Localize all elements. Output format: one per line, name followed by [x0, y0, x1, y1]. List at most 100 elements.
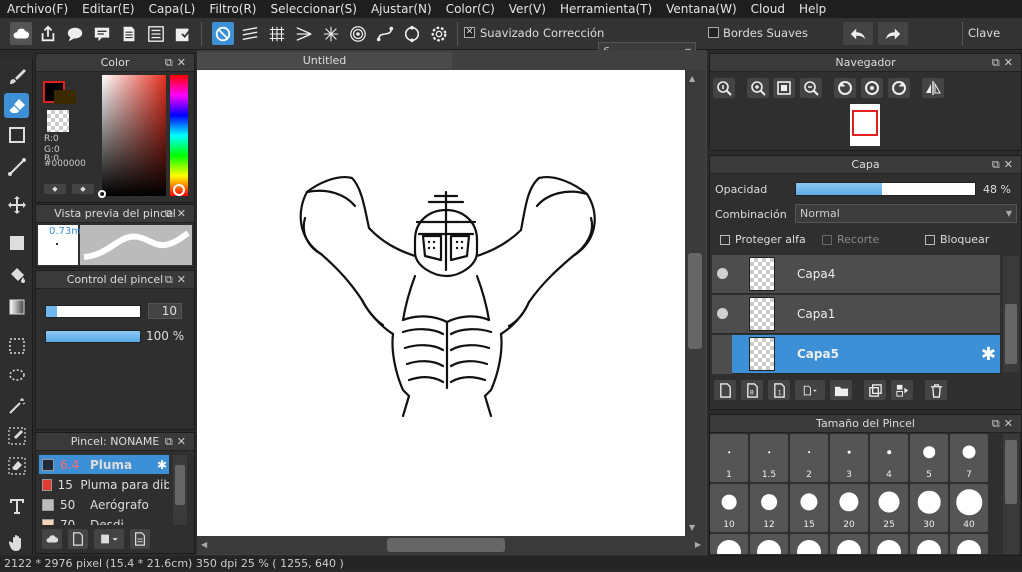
visibility-eye-icon[interactable]: [717, 268, 728, 279]
brush-size-cell[interactable]: 2: [790, 434, 828, 482]
brush-size-cell[interactable]: 1.5: [750, 434, 788, 482]
zoom-actual-icon[interactable]: [713, 78, 735, 98]
transparent-color-swatch[interactable]: [47, 110, 69, 132]
hand-tool-icon[interactable]: [4, 530, 29, 555]
drawing-canvas[interactable]: [197, 70, 685, 536]
brush-settings-doc-icon[interactable]: [130, 529, 150, 549]
rotate-right-icon[interactable]: [888, 78, 910, 98]
panel-controls-icon[interactable]: ⧉✕: [165, 56, 190, 70]
brush-size-slider[interactable]: [45, 305, 141, 318]
document-icon[interactable]: [118, 22, 140, 45]
brush-size-value[interactable]: 10: [148, 303, 182, 319]
grid-snap-icon[interactable]: [266, 22, 288, 45]
menu-item-8[interactable]: Herramienta(T): [553, 0, 659, 18]
scroll-left-icon[interactable]: ◀: [201, 540, 207, 549]
concentric-snap-icon[interactable]: [347, 22, 369, 45]
redo-icon[interactable]: [878, 22, 908, 45]
chat-icon[interactable]: [64, 22, 86, 45]
brush-size-cell[interactable]: [710, 534, 748, 554]
brush-list-item[interactable]: 70 Desdi: [39, 515, 169, 525]
share-icon[interactable]: [37, 22, 59, 45]
palette-next-button[interactable]: ◆: [72, 184, 94, 194]
horizontal-scroll-thumb[interactable]: [387, 538, 505, 552]
gradient-tool-icon[interactable]: [4, 294, 29, 319]
lasso-tool-icon[interactable]: [4, 363, 29, 388]
antialias-checkbox[interactable]: ✕: [464, 27, 475, 38]
layer-row[interactable]: Capa1: [712, 295, 1000, 334]
menu-item-1[interactable]: Editar(E): [75, 0, 141, 18]
navigator-thumbnail[interactable]: [850, 104, 880, 146]
brush-size-cell[interactable]: 3: [830, 434, 868, 482]
brush-size-cell[interactable]: 5: [910, 434, 948, 482]
visibility-eye-icon[interactable]: [717, 308, 728, 319]
select-pen-icon[interactable]: [4, 423, 29, 448]
bucket-tool-icon[interactable]: [4, 262, 29, 287]
brush-size-cell[interactable]: 1: [710, 434, 748, 482]
background-color-swatch[interactable]: [54, 90, 76, 104]
select-tool-icon[interactable]: [4, 333, 29, 358]
lock-checkbox[interactable]: [925, 235, 935, 245]
protect-alpha-checkbox[interactable]: [720, 235, 730, 245]
brush-size-cell[interactable]: 7: [950, 434, 988, 482]
brush-size-cell[interactable]: 30: [910, 484, 948, 532]
zoom-out-icon[interactable]: [800, 78, 822, 98]
curve-snap-icon[interactable]: [374, 22, 396, 45]
canvas-vertical-scrollbar[interactable]: ▲ ▼: [685, 70, 705, 536]
palette-prev-button[interactable]: ◆: [44, 184, 66, 194]
hue-slider-handle[interactable]: [173, 184, 185, 196]
menu-item-11[interactable]: Help: [792, 0, 833, 18]
menu-item-4[interactable]: Seleccionar(S): [264, 0, 364, 18]
brush-list-item[interactable]: 15 Pluma para dib: [39, 475, 169, 494]
brush-size-cell[interactable]: [870, 534, 908, 554]
layer-opacity-slider[interactable]: [795, 182, 976, 196]
rectangle-select-icon[interactable]: [4, 122, 29, 147]
saturation-value-picker[interactable]: [102, 75, 166, 196]
fit-screen-icon[interactable]: [773, 78, 795, 98]
checklist-icon[interactable]: [172, 22, 194, 45]
scroll-down-icon[interactable]: ▼: [689, 523, 695, 532]
blend-mode-dropdown[interactable]: Normal ▼: [795, 204, 1017, 223]
select-eraser-icon[interactable]: [4, 453, 29, 478]
cloud-icon[interactable]: [10, 22, 32, 45]
brush-size-cell[interactable]: 4: [870, 434, 908, 482]
flip-horizontal-icon[interactable]: [922, 78, 944, 98]
snap-settings-icon[interactable]: [428, 22, 450, 45]
menu-item-9[interactable]: Ventana(W): [659, 0, 744, 18]
merge-layer-icon[interactable]: [891, 380, 913, 400]
scroll-up-icon[interactable]: ▲: [689, 74, 695, 83]
brush-list-scrollbar[interactable]: [173, 455, 187, 525]
brush-size-cell[interactable]: [750, 534, 788, 554]
color-picker-cursor[interactable]: [98, 190, 106, 198]
gear-icon[interactable]: ✱: [157, 458, 167, 472]
brush-size-cell[interactable]: [790, 534, 828, 554]
list-icon[interactable]: [145, 22, 167, 45]
parallel-snap-icon[interactable]: [239, 22, 261, 45]
menu-item-5[interactable]: Ajustar(N): [364, 0, 439, 18]
circle-snap-icon[interactable]: [401, 22, 423, 45]
no-snap-icon[interactable]: [212, 22, 234, 45]
brush-cloud-icon[interactable]: [42, 529, 62, 549]
vertical-scroll-thumb[interactable]: [688, 253, 702, 349]
layer-row[interactable]: Capa5 ✱: [732, 335, 1000, 374]
brush-list-item[interactable]: 6.4 Pluma ✱: [39, 455, 169, 474]
scroll-right-icon[interactable]: ▶: [695, 540, 701, 549]
undo-icon[interactable]: [843, 22, 873, 45]
canvas-horizontal-scrollbar[interactable]: ◀ ▶: [197, 536, 705, 554]
add-layer-menu-icon[interactable]: [795, 380, 825, 400]
line-tool-icon[interactable]: [4, 154, 29, 179]
hue-slider[interactable]: [170, 75, 188, 196]
panel-controls-icon[interactable]: ⧉✕: [992, 417, 1017, 431]
duplicate-layer-icon[interactable]: [864, 380, 886, 400]
new-layer-icon[interactable]: [714, 380, 736, 400]
brush-size-cell[interactable]: 40: [950, 484, 988, 532]
brush-size-cell[interactable]: 15: [790, 484, 828, 532]
menu-item-3[interactable]: Filtro(R): [202, 0, 263, 18]
new-brush-icon[interactable]: [68, 529, 88, 549]
comment-icon[interactable]: [91, 22, 113, 45]
brush-list-item[interactable]: 50 Aerógrafo: [39, 495, 169, 514]
layer-row[interactable]: Capa4: [712, 255, 1000, 294]
layer-list-scrollbar[interactable]: [1003, 256, 1019, 372]
canvas-tab[interactable]: Untitled: [197, 52, 452, 69]
brush-size-cell[interactable]: 25: [870, 484, 908, 532]
text-tool-icon[interactable]: [4, 493, 29, 518]
